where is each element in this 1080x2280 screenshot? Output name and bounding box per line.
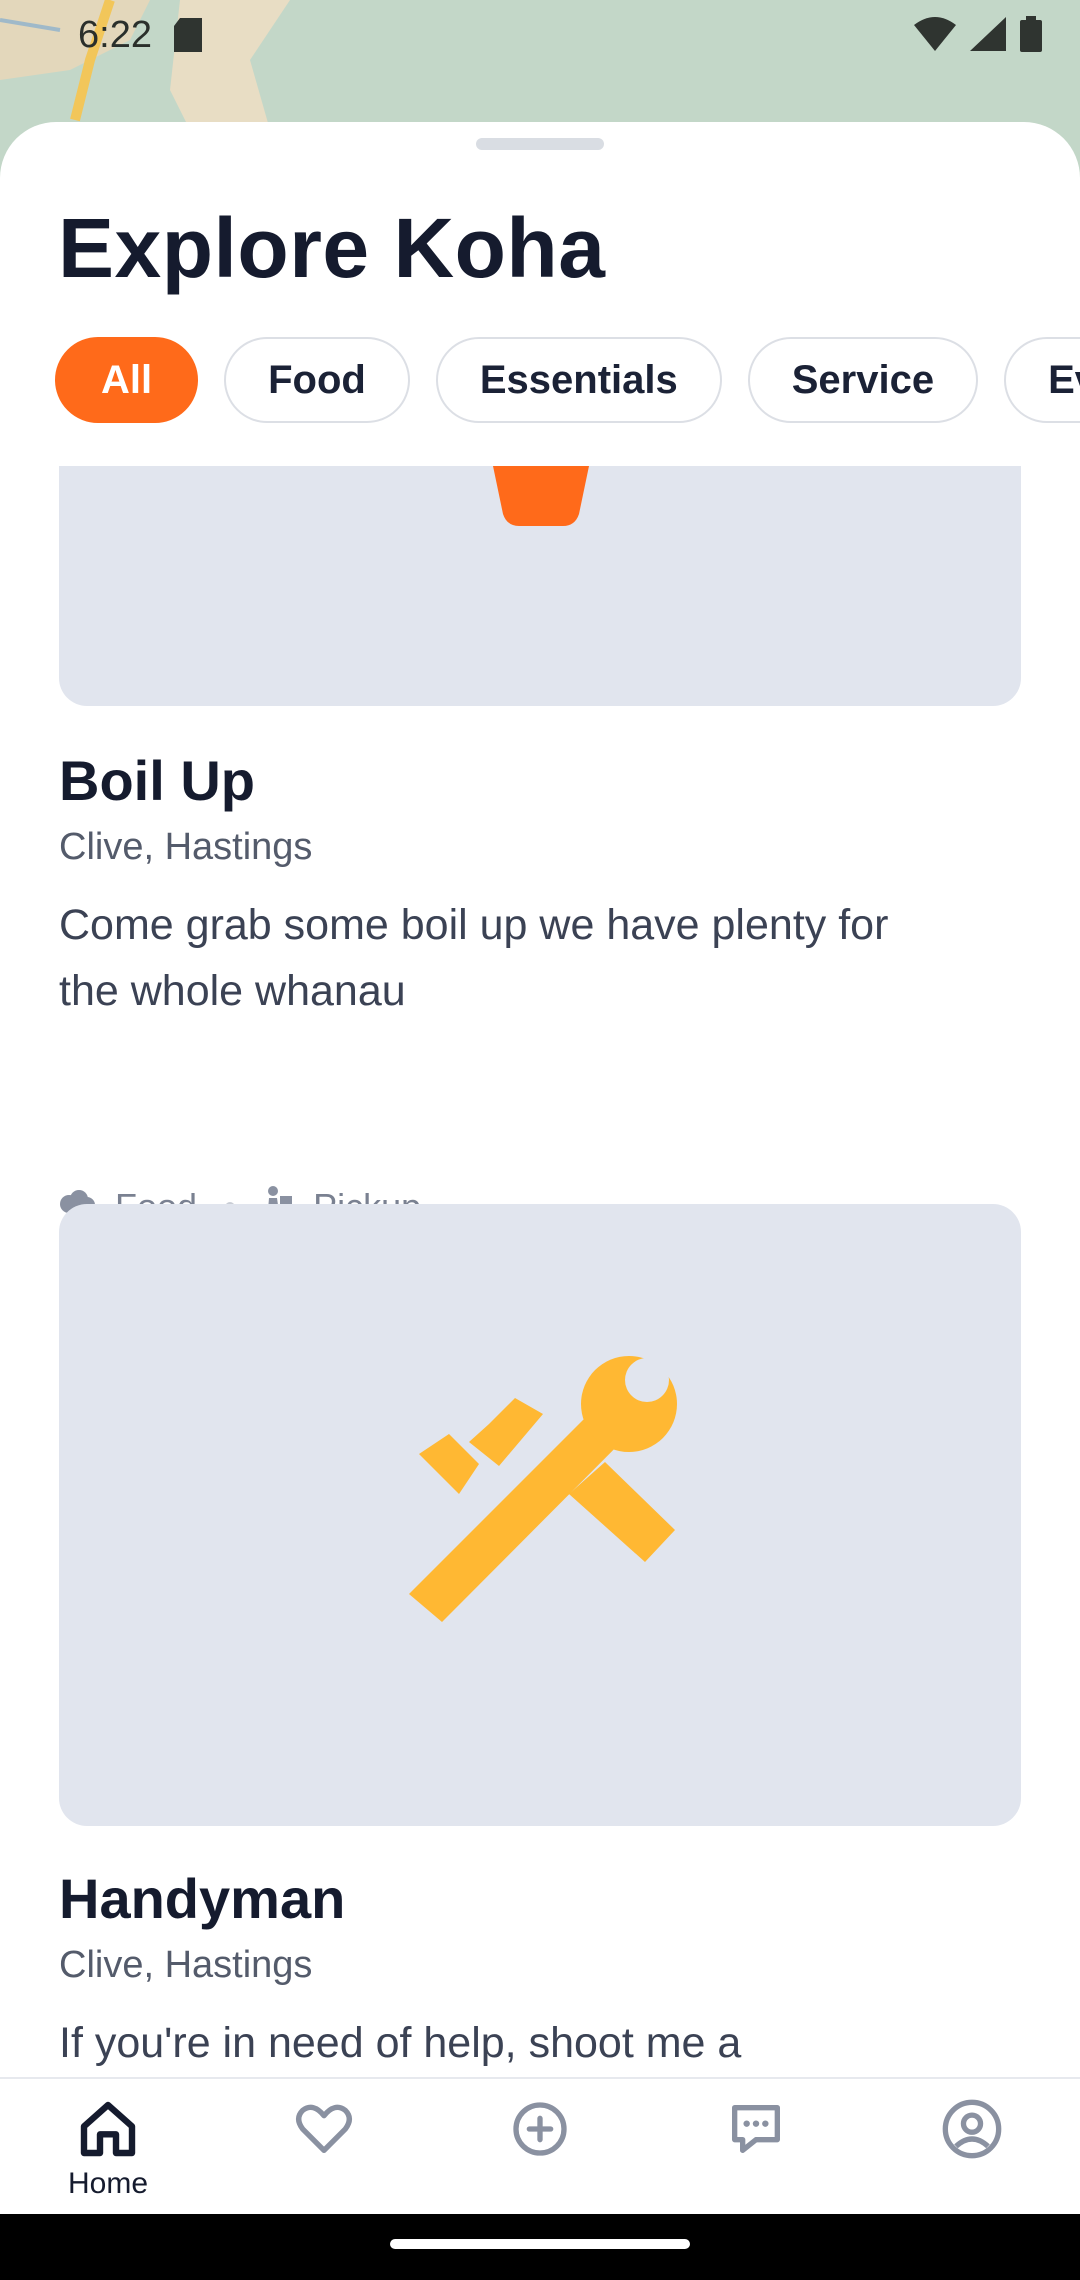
tools-icon — [409, 1356, 677, 1622]
listings-feed[interactable]: Boil Up Clive, Hastings Come grab some b… — [0, 466, 1080, 2076]
listing-description: If you're in need of help, shoot me a — [59, 2019, 742, 2067]
listing-image-boil-up[interactable] — [59, 466, 1021, 706]
wifi-icon — [914, 17, 956, 51]
battery-icon — [1020, 16, 1042, 52]
nav-add[interactable] — [432, 2079, 648, 2216]
sd-card-icon — [174, 18, 202, 52]
nav-favorites[interactable] — [216, 2079, 432, 2216]
filter-chip-events[interactable]: Ev — [1004, 337, 1080, 423]
sheet-drag-handle[interactable] — [476, 138, 604, 150]
add-circle-icon — [513, 2102, 567, 2156]
listing-location: Clive, Hastings — [59, 826, 313, 868]
filter-chip-service[interactable]: Service — [747, 337, 979, 423]
nav-home[interactable]: Home — [0, 2079, 216, 2216]
nav-label: Home — [67, 2167, 149, 2200]
heart-icon — [296, 2104, 352, 2153]
profile-icon — [942, 2099, 1002, 2159]
filter-chips: All Food Essentials Service Ev — [55, 337, 1080, 423]
gesture-bar — [0, 2214, 1080, 2280]
status-bar: 6:22 — [0, 0, 1080, 70]
status-time: 6:22 — [78, 14, 152, 56]
status-icons — [914, 16, 1042, 52]
listing-image-handyman[interactable] — [59, 1204, 1021, 1826]
listing-title[interactable]: Boil Up — [59, 748, 255, 813]
listing-location: Clive, Hastings — [59, 1944, 313, 1986]
filter-chip-essentials[interactable]: Essentials — [435, 337, 722, 423]
home-icon — [80, 2101, 136, 2157]
nav-messages[interactable] — [648, 2079, 864, 2216]
listing-title[interactable]: Handyman — [59, 1866, 345, 1931]
explore-sheet: Explore Koha All Food Essentials Service… — [0, 122, 1080, 2214]
bowl-icon — [493, 466, 589, 526]
listing-description: Come grab some boil up we have plenty fo… — [59, 901, 889, 1015]
page-title: Explore Koha — [58, 201, 606, 295]
filter-chip-all[interactable]: All — [55, 337, 199, 423]
bottom-nav: Home — [0, 2077, 1080, 2216]
signal-icon — [970, 17, 1006, 51]
nav-profile[interactable] — [864, 2079, 1080, 2216]
home-gesture-handle[interactable] — [390, 2239, 690, 2249]
filter-chip-food[interactable]: Food — [224, 337, 410, 423]
chat-icon — [732, 2105, 780, 2153]
